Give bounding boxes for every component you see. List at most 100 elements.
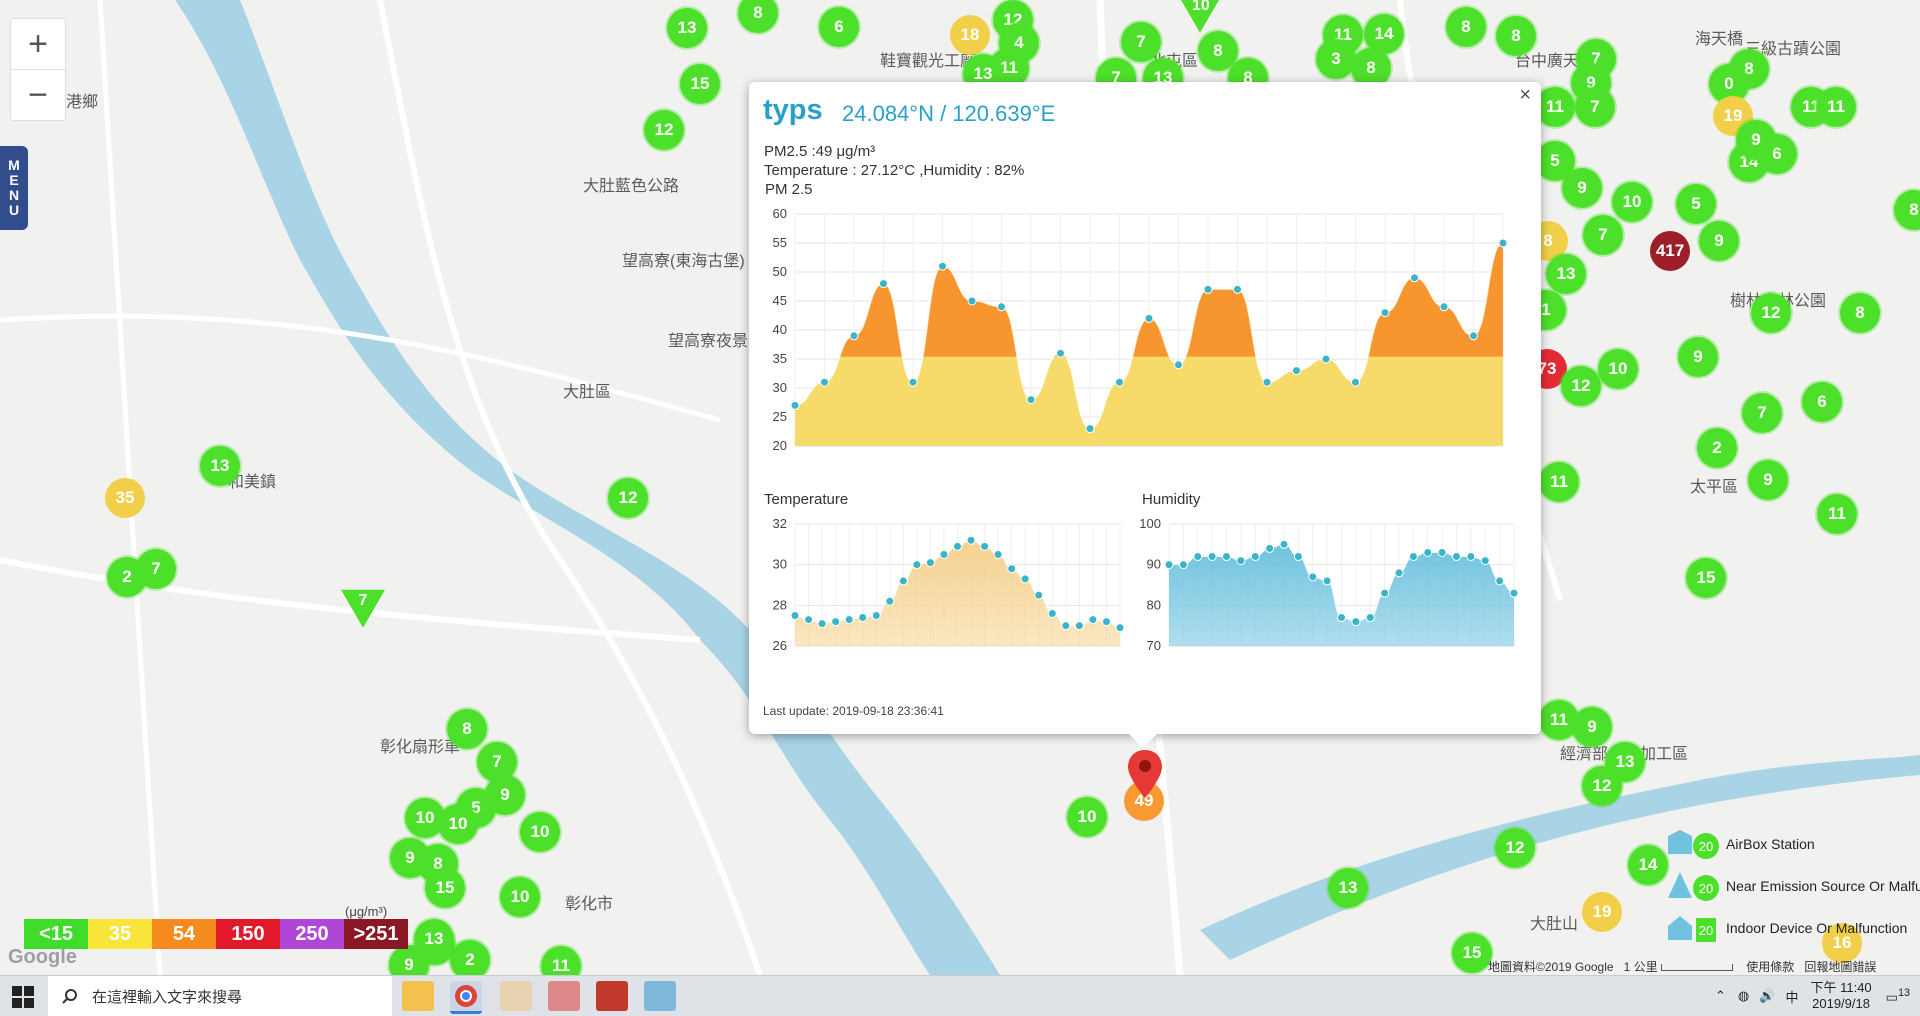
sensor-marker[interactable]: 15 bbox=[1686, 558, 1726, 598]
data-point bbox=[1265, 543, 1275, 553]
report-error-link[interactable]: 回報地圖錯誤 bbox=[1804, 960, 1876, 974]
data-point bbox=[1085, 424, 1095, 434]
sensor-marker[interactable]: 13 bbox=[1546, 254, 1586, 294]
sensor-marker[interactable]: 13 bbox=[1328, 868, 1368, 908]
windows-start-icon[interactable] bbox=[12, 986, 34, 1008]
sensor-marker[interactable]: 417 bbox=[1650, 231, 1690, 271]
chevron-up-icon[interactable]: ⌃ bbox=[1715, 988, 1726, 1004]
data-point bbox=[1365, 613, 1375, 623]
data-point bbox=[1056, 348, 1065, 358]
volume-icon[interactable]: 🔊 bbox=[1759, 988, 1775, 1004]
data-point bbox=[790, 611, 800, 620]
sensor-marker[interactable]: 8 bbox=[447, 709, 487, 749]
pm25-chart-title: PM 2.5 bbox=[765, 181, 813, 198]
data-point bbox=[1452, 552, 1461, 562]
app-icon-sketchup[interactable] bbox=[596, 981, 628, 1011]
sensor-marker[interactable]: 12 bbox=[1495, 828, 1535, 868]
data-point bbox=[1351, 377, 1360, 387]
sensor-marker[interactable]: 12 bbox=[1751, 293, 1791, 333]
place-label: 太平區 bbox=[1690, 479, 1739, 496]
sensor-marker[interactable]: 12 bbox=[1561, 366, 1601, 406]
data-point bbox=[1279, 539, 1289, 549]
airbox-triangle-marker[interactable]: 10 bbox=[1178, 0, 1222, 33]
network-icon[interactable]: ◍ bbox=[1738, 988, 1749, 1004]
sensor-marker[interactable]: 12 bbox=[644, 110, 684, 150]
sensor-marker[interactable]: 7 bbox=[136, 549, 176, 589]
notification-icon[interactable]: ▭13 bbox=[1886, 987, 1910, 1005]
sensor-marker[interactable]: 10 bbox=[1067, 797, 1107, 837]
sensor-marker[interactable]: 13 bbox=[667, 8, 707, 48]
sensor-marker[interactable]: 9 bbox=[1678, 337, 1718, 377]
station-coordinates: 24.084°N / 120.639°E bbox=[842, 101, 1056, 126]
svg-text:20: 20 bbox=[1699, 839, 1713, 854]
sensor-marker[interactable]: 12 bbox=[1582, 766, 1622, 806]
sensor-marker[interactable]: 2 bbox=[450, 940, 490, 975]
zoom-out-button[interactable]: − bbox=[10, 69, 66, 121]
sensor-marker[interactable]: 11 bbox=[1539, 462, 1579, 502]
aqi-legend-item: >251 bbox=[344, 919, 408, 949]
sensor-marker[interactable]: 9 bbox=[1572, 707, 1612, 747]
sensor-marker[interactable]: 11 bbox=[1535, 87, 1575, 127]
sensor-marker[interactable]: 2 bbox=[1697, 428, 1737, 468]
taskbar-search[interactable]: 在這裡輸入文字來搜尋 bbox=[48, 976, 392, 1016]
data-point bbox=[908, 377, 918, 387]
app-icon-paint[interactable] bbox=[548, 981, 580, 1011]
sensor-marker[interactable]: 18 bbox=[950, 15, 990, 55]
place-label: 大肚藍色公路 bbox=[583, 178, 680, 195]
file-explorer-icon[interactable] bbox=[402, 981, 434, 1011]
map-pin-icon[interactable] bbox=[1128, 750, 1162, 798]
y-tick-label: 30 bbox=[773, 557, 787, 572]
data-point bbox=[820, 377, 829, 387]
sensor-marker[interactable]: 9 bbox=[1736, 120, 1776, 160]
sensor-marker[interactable]: 8 bbox=[1496, 16, 1536, 56]
data-point bbox=[1174, 360, 1183, 370]
sensor-marker[interactable]: 10 bbox=[500, 877, 540, 917]
app-icon-notes[interactable] bbox=[644, 981, 676, 1011]
sensor-marker[interactable]: 10 bbox=[438, 804, 478, 844]
sensor-marker[interactable]: 35 bbox=[105, 478, 145, 518]
data-point bbox=[1423, 547, 1433, 557]
sensor-marker[interactable]: 19 bbox=[1582, 892, 1622, 932]
data-point bbox=[967, 296, 977, 306]
data-point bbox=[804, 615, 814, 625]
sensor-marker[interactable]: 6 bbox=[1802, 382, 1842, 422]
sensor-marker[interactable]: 12 bbox=[608, 478, 648, 518]
sensor-marker[interactable]: 7 bbox=[1583, 215, 1623, 255]
sensor-marker[interactable]: 7 bbox=[1121, 22, 1161, 62]
menu-button[interactable]: M E N U bbox=[0, 146, 28, 230]
sensor-marker[interactable]: 6 bbox=[819, 7, 859, 47]
sensor-marker[interactable]: 10 bbox=[520, 812, 560, 852]
zoom-in-button[interactable]: + bbox=[10, 18, 66, 70]
sensor-marker[interactable]: 8 bbox=[1840, 293, 1880, 333]
sensor-marker[interactable]: 9 bbox=[1699, 221, 1739, 261]
sensor-marker[interactable]: 10 bbox=[1612, 182, 1652, 222]
terms-link[interactable]: 使用條款 bbox=[1746, 960, 1794, 974]
aqi-legend-item: 250 bbox=[280, 919, 344, 949]
data-point bbox=[1250, 552, 1260, 562]
sensor-marker[interactable]: 9 bbox=[1748, 460, 1788, 500]
airbox-triangle-marker[interactable]: 7 bbox=[341, 589, 385, 628]
area-fill bbox=[795, 540, 1120, 646]
sensor-marker[interactable]: 11 bbox=[1817, 494, 1857, 534]
sensor-marker[interactable]: 13 bbox=[414, 919, 454, 959]
sensor-marker[interactable]: 15 bbox=[680, 64, 720, 104]
clock[interactable]: 下午 11:40 2019/9/18 bbox=[1810, 980, 1871, 1012]
app-icon-rabbit[interactable] bbox=[500, 981, 532, 1011]
sensor-marker[interactable]: 15 bbox=[1452, 933, 1492, 973]
data-point bbox=[879, 279, 888, 289]
sensor-marker[interactable]: 15 bbox=[425, 868, 465, 908]
search-icon bbox=[62, 989, 77, 1004]
indoor-device-icon: 20 bbox=[1668, 916, 1716, 942]
sensor-marker[interactable]: 5 bbox=[1535, 141, 1575, 181]
popup-close-button[interactable]: × bbox=[1519, 84, 1531, 107]
sensor-marker[interactable]: 7 bbox=[1742, 393, 1782, 433]
sensor-marker[interactable]: 8 bbox=[1446, 7, 1486, 47]
sensor-marker[interactable]: 5 bbox=[1676, 184, 1716, 224]
sensor-marker[interactable]: 7 bbox=[1575, 87, 1615, 127]
chrome-icon[interactable] bbox=[450, 981, 482, 1014]
sensor-marker[interactable]: 11 bbox=[1816, 87, 1856, 127]
sensor-marker[interactable]: 13 bbox=[200, 446, 240, 486]
sensor-marker[interactable]: 10 bbox=[1598, 349, 1638, 389]
ime-indicator[interactable]: 中 bbox=[1785, 987, 1798, 1006]
sensor-marker[interactable]: 3 bbox=[1316, 39, 1356, 79]
